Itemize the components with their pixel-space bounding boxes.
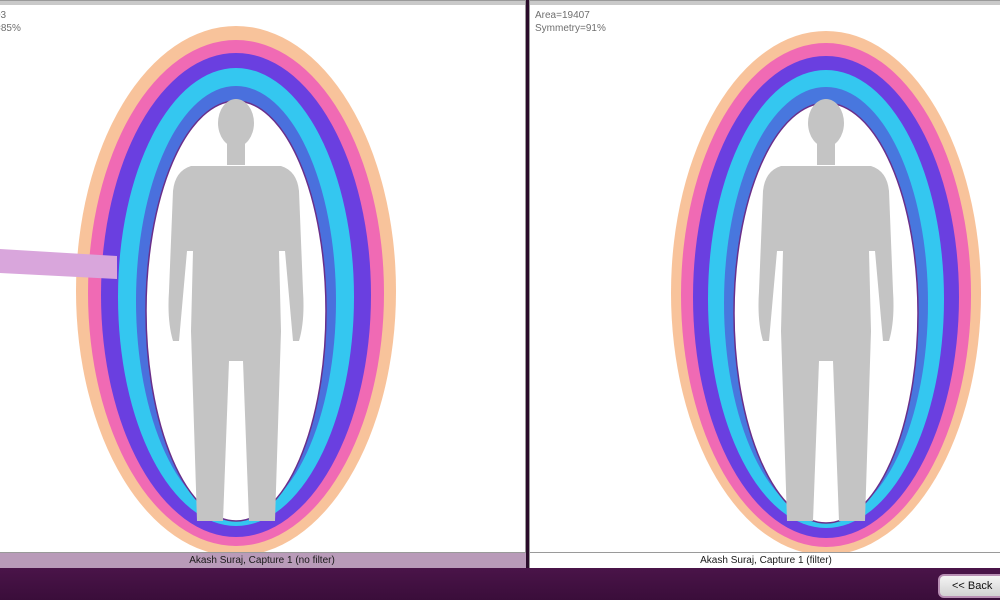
capture-caption-no-filter: Akash Suraj, Capture 1 (no filter)	[0, 553, 526, 568]
capture-panel-no-filter: …03 …=85%	[0, 0, 526, 553]
aura-image-right	[671, 31, 981, 552]
capture-panel-filter: Area=19407 Symmetry=91%	[529, 0, 1000, 553]
aura-image-left	[0, 26, 396, 552]
bottom-toolbar	[0, 568, 1000, 600]
capture-caption-filter: Akash Suraj, Capture 1 (filter)	[529, 553, 1000, 568]
back-button[interactable]: << Back	[938, 574, 1000, 598]
